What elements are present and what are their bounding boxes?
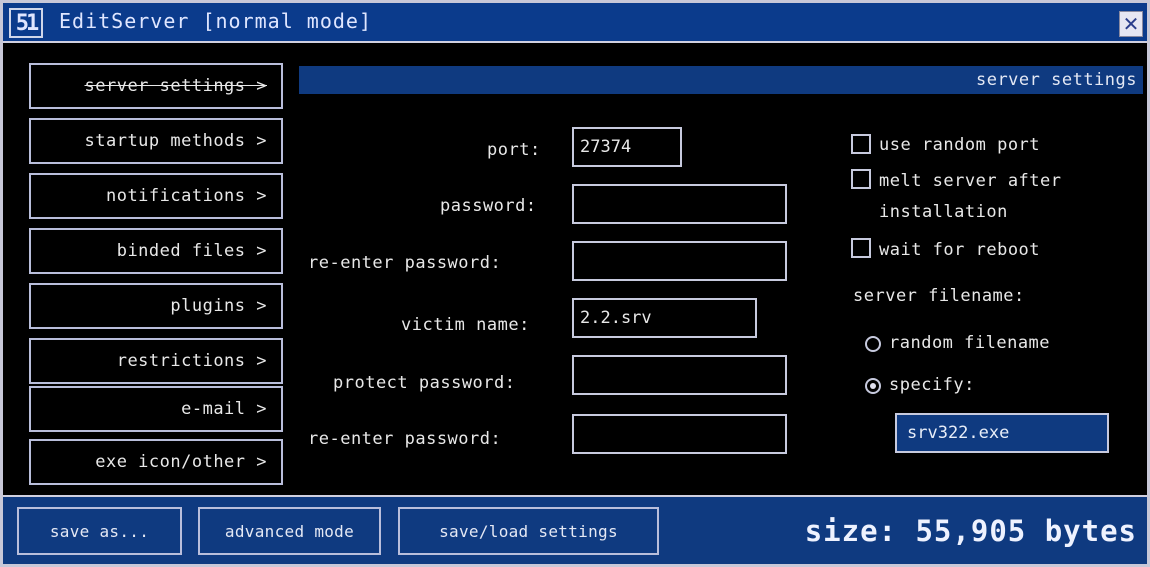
melt-server-label-line2: installation: [879, 202, 1008, 222]
close-icon: ✕: [1122, 12, 1140, 36]
sidebar-item-binded-files[interactable]: binded files >: [29, 228, 283, 274]
victim-name-input[interactable]: 2.2.srv: [572, 298, 757, 338]
footer-bar: save as... advanced mode save/load setti…: [3, 495, 1147, 564]
password-label: password:: [440, 196, 537, 216]
port-input[interactable]: 27374: [572, 127, 682, 167]
server-filename-input[interactable]: srv322.exe: [895, 413, 1109, 453]
specify-filename-label: specify:: [889, 375, 975, 395]
save-load-settings-button[interactable]: save/load settings: [398, 507, 659, 555]
sidebar-item-e-mail[interactable]: e-mail >: [29, 386, 283, 432]
close-button[interactable]: ✕: [1119, 11, 1143, 37]
server-size-readout: size: 55,905 bytes: [804, 514, 1137, 548]
protect-password-input[interactable]: [572, 355, 787, 395]
reenter-protect-password-input[interactable]: [572, 414, 787, 454]
protect-password-label: protect password:: [333, 373, 516, 393]
wait-for-reboot-checkbox[interactable]: [851, 238, 871, 258]
server-filename-heading: server filename:: [853, 286, 1025, 306]
app-logo-icon: 51: [9, 8, 43, 38]
reenter-password-input[interactable]: [572, 241, 787, 281]
wait-for-reboot-label: wait for reboot: [879, 240, 1041, 260]
victim-name-label: victim name:: [401, 315, 530, 335]
melt-server-checkbox[interactable]: [851, 169, 871, 189]
password-input[interactable]: [572, 184, 787, 224]
random-filename-label: random filename: [889, 333, 1051, 353]
title-bar[interactable]: 51 EditServer [normal mode] ✕: [3, 3, 1147, 43]
melt-server-label-line1: melt server after: [879, 171, 1062, 191]
specify-filename-radio[interactable]: [865, 378, 881, 394]
section-header: server settings: [299, 66, 1143, 94]
port-label: port:: [487, 140, 541, 160]
sidebar-item-server-settings[interactable]: server settings >: [29, 63, 283, 109]
sidebar-item-startup-methods[interactable]: startup methods >: [29, 118, 283, 164]
use-random-port-label: use random port: [879, 135, 1041, 155]
use-random-port-checkbox[interactable]: [851, 134, 871, 154]
sidebar-item-exe-icon-other[interactable]: exe icon/other >: [29, 439, 283, 485]
random-filename-radio[interactable]: [865, 336, 881, 352]
sidebar-item-notifications[interactable]: notifications >: [29, 173, 283, 219]
sidebar-item-restrictions[interactable]: restrictions >: [29, 338, 283, 384]
advanced-mode-button[interactable]: advanced mode: [198, 507, 381, 555]
save-as-button[interactable]: save as...: [17, 507, 182, 555]
reenter-password-label: re-enter password:: [308, 253, 502, 273]
window-title: EditServer [normal mode]: [59, 9, 372, 33]
editserver-window: 51 EditServer [normal mode] ✕ server set…: [0, 0, 1150, 567]
sidebar-item-plugins[interactable]: plugins >: [29, 283, 283, 329]
reenter-protect-password-label: re-enter password:: [308, 429, 502, 449]
